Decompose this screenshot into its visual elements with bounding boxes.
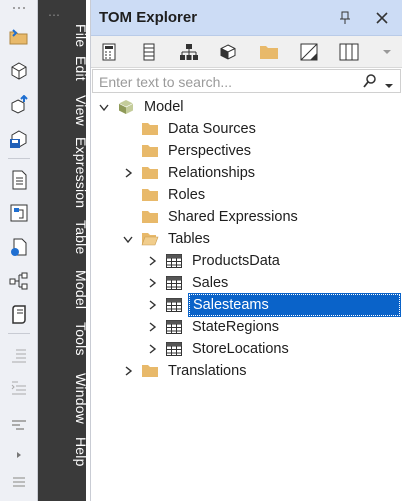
expand-arrow-icon[interactable] <box>145 338 159 360</box>
dependency-icon[interactable] <box>6 200 32 226</box>
tree-node-label: Data Sources <box>168 121 256 137</box>
tree-node-label: Perspectives <box>168 143 252 159</box>
format-icon[interactable] <box>6 412 32 438</box>
table-icon <box>165 341 183 357</box>
tree-node-shared-expressions[interactable]: Shared Expressions <box>121 206 301 228</box>
tree-node-label: StateRegions <box>192 319 280 335</box>
panel-title: TOM Explorer <box>99 9 198 26</box>
document-icon[interactable] <box>6 167 32 193</box>
deploy-icon[interactable] <box>6 234 32 260</box>
toolbar-separator <box>8 333 30 334</box>
tree-node-label: ProductsData <box>192 253 280 269</box>
hierarchy-tree-icon[interactable] <box>175 39 203 65</box>
tree-node-label: Sales <box>192 275 229 291</box>
collapse-arrow-icon[interactable] <box>97 96 111 118</box>
cube-upload-icon[interactable] <box>6 92 32 118</box>
folder-icon <box>141 209 159 225</box>
folder-icon <box>141 187 159 203</box>
tree-node-table[interactable]: Sales <box>145 272 231 294</box>
tree-node-perspectives[interactable]: Perspectives <box>121 140 254 162</box>
tree-node-table[interactable]: StateRegions <box>145 316 282 338</box>
tree-node-model[interactable]: Model <box>97 96 187 118</box>
folder-icon <box>141 121 159 137</box>
outdent-icon[interactable] <box>6 374 32 400</box>
folder-icon <box>141 363 159 379</box>
hidden-objects-icon[interactable] <box>295 39 323 65</box>
table-icon <box>165 275 183 291</box>
model-icon <box>117 99 135 115</box>
search-options-icon[interactable] <box>384 77 394 95</box>
collapse-arrow-icon[interactable] <box>121 228 135 250</box>
tree-node-table-selected[interactable]: Salesteams <box>145 293 401 317</box>
search-icon[interactable] <box>363 73 377 94</box>
tree-node-label: Shared Expressions <box>168 209 298 225</box>
folder-icon <box>141 165 159 181</box>
search-box <box>92 69 401 93</box>
tree-node-translations[interactable]: Translations <box>121 360 249 382</box>
scroll-arrow-icon[interactable] <box>6 442 32 468</box>
calculator-icon[interactable] <box>95 39 123 65</box>
expand-arrow-icon[interactable] <box>145 272 159 294</box>
table-icon <box>165 297 183 313</box>
toolbar-grip[interactable] <box>0 0 38 16</box>
columns-layout-icon[interactable] <box>335 39 363 65</box>
menu-bar: ⋯ File Edit View Expression Table Model … <box>38 0 89 501</box>
save-cube-icon[interactable] <box>6 126 32 152</box>
tree-node-table[interactable]: StoreLocations <box>145 338 292 360</box>
table-icon <box>165 253 183 269</box>
expand-arrow-icon[interactable] <box>145 316 159 338</box>
open-folder-icon[interactable] <box>6 24 32 50</box>
tree-node-label: Model <box>144 99 184 115</box>
tree-node-label: Salesteams <box>188 293 401 317</box>
indent-icon[interactable] <box>6 342 32 368</box>
tree-node-label: Relationships <box>168 165 256 181</box>
menu-grip[interactable]: ⋯ <box>48 8 61 22</box>
folder-icon <box>141 143 159 159</box>
open-folder-icon <box>141 231 159 247</box>
search-input[interactable] <box>99 73 349 90</box>
toolbar-separator <box>8 158 30 159</box>
table-icon <box>165 319 183 335</box>
folder-view-icon[interactable] <box>255 39 283 65</box>
left-toolbar <box>0 0 38 501</box>
tom-explorer-panel: TOM Explorer Enter text to search... Mod… <box>90 0 402 501</box>
expand-arrow-icon[interactable] <box>145 250 159 272</box>
close-icon[interactable] <box>373 9 391 27</box>
expand-arrow-icon[interactable] <box>121 162 135 184</box>
tree-node-tables[interactable]: Tables <box>121 228 213 250</box>
tree-node-label: Tables <box>168 231 210 247</box>
toolbar-overflow-icon[interactable] <box>373 39 401 65</box>
expand-arrow-icon[interactable] <box>145 294 159 316</box>
pin-icon[interactable] <box>336 9 354 27</box>
column-icon[interactable] <box>135 39 163 65</box>
cube-view-icon[interactable] <box>215 39 243 65</box>
tree-node-roles[interactable]: Roles <box>121 184 208 206</box>
tree-node-label: Translations <box>168 363 247 379</box>
panel-title-bar: TOM Explorer <box>91 0 402 36</box>
panel-toolbar <box>91 36 402 68</box>
hierarchy-icon[interactable] <box>6 268 32 294</box>
tree-node-relationships[interactable]: Relationships <box>121 162 258 184</box>
comment-icon[interactable] <box>6 470 32 496</box>
expand-arrow-icon[interactable] <box>121 360 135 382</box>
tree-node-label: Roles <box>168 187 206 203</box>
cube-icon[interactable] <box>6 58 32 84</box>
tree-node-table[interactable]: ProductsData <box>145 250 283 272</box>
tree-node-label: StoreLocations <box>192 341 289 357</box>
tree-node-data-sources[interactable]: Data Sources <box>121 118 259 140</box>
script-icon[interactable] <box>6 301 32 327</box>
